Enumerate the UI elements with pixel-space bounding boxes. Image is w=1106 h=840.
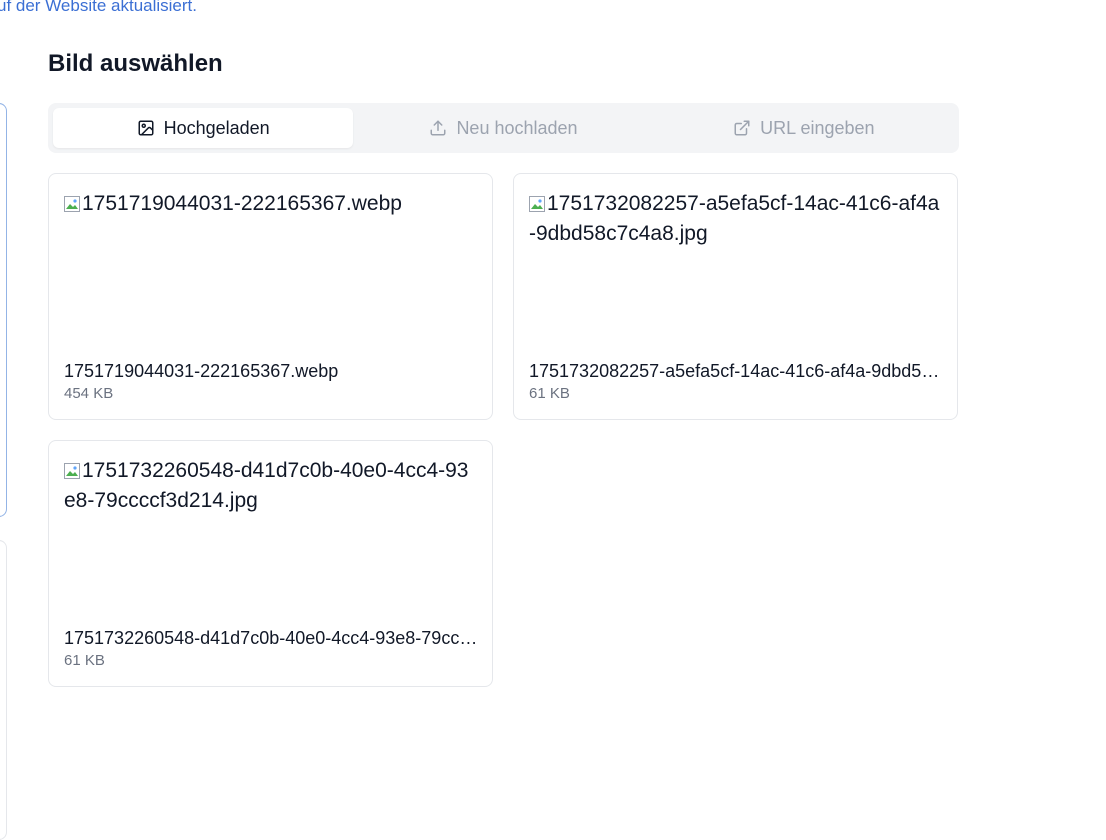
tab-enter-url[interactable]: URL eingeben (654, 108, 954, 148)
tab-uploaded[interactable]: Hochgeladen (53, 108, 354, 148)
image-thumbnail: 1751732260548-d41d7c0b-40e0-4cc4-93e8-79… (64, 456, 479, 616)
file-size: 61 KB (529, 385, 570, 402)
image-icon (137, 119, 155, 137)
file-name: 1751719044031-222165367.webp (64, 361, 339, 381)
image-thumbnail: 1751732082257-a5efa5cf-14ac-41c6-af4a-9d… (529, 189, 944, 349)
image-alt-text: 1751719044031-222165367.webp (82, 192, 402, 215)
file-size: 454 KB (64, 385, 114, 402)
file-name: 1751732260548-d41d7c0b-40e0-4cc4-93e8-79… (64, 628, 479, 648)
file-name: 1751732082257-a5efa5cf-14ac-41c6-af4a-9d… (529, 361, 944, 381)
image-card[interactable]: 1751719044031-222165367.webp 17517190440… (48, 173, 493, 420)
update-notice-link[interactable]: uf der Website aktualisiert. (0, 0, 197, 16)
image-card[interactable]: 1751732082257-a5efa5cf-14ac-41c6-af4a-9d… (513, 173, 958, 420)
broken-image-icon (64, 458, 80, 479)
broken-image-icon (529, 191, 545, 212)
image-card[interactable]: 1751732260548-d41d7c0b-40e0-4cc4-93e8-79… (48, 440, 493, 687)
tab-upload-new[interactable]: Neu hochladen (353, 108, 653, 148)
image-alt-text: 1751732260548-d41d7c0b-40e0-4cc4-93e8-79… (64, 459, 469, 512)
tab-label: Neu hochladen (456, 117, 578, 138)
file-size: 61 KB (64, 652, 105, 669)
external-link-icon (733, 119, 751, 137)
image-thumbnail: 1751719044031-222165367.webp (64, 189, 479, 349)
image-alt-text: 1751732082257-a5efa5cf-14ac-41c6-af4a-9d… (529, 192, 940, 245)
left-panel-edge-lower (0, 540, 7, 840)
page-title: Bild auswählen (48, 50, 223, 77)
image-source-tabs: Hochgeladen Neu hochladen URL eingeben (48, 103, 959, 153)
broken-image-icon (64, 191, 80, 212)
left-panel-edge (0, 103, 7, 517)
tab-label: URL eingeben (760, 117, 875, 138)
upload-icon (429, 119, 447, 137)
tab-label: Hochgeladen (163, 117, 270, 138)
